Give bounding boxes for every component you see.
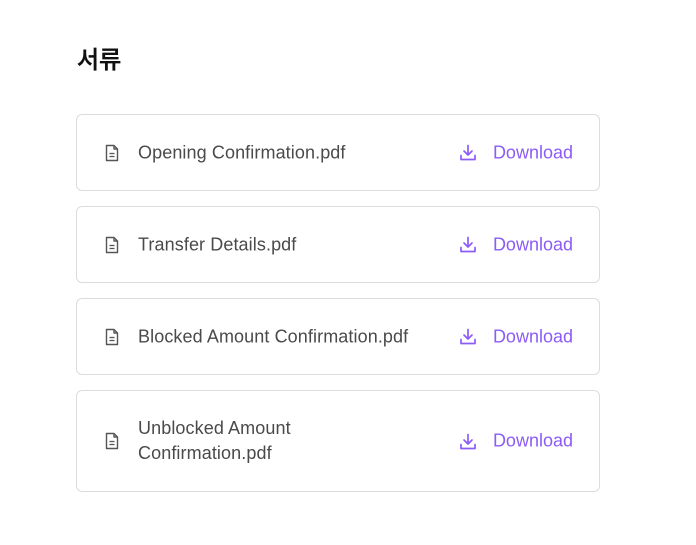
download-label: Download (492, 142, 573, 162)
file-name: Unblocked Amount Confirmation.pdf (138, 418, 291, 463)
download-icon (460, 328, 476, 345)
page-title: 서류 (77, 46, 122, 74)
file-document-icon (105, 144, 119, 161)
download-label: Download (492, 326, 573, 346)
download-button[interactable]: Download (459, 234, 573, 255)
documents-page: 서류 Opening Confirmation.pdf Download Tra… (0, 0, 696, 545)
file-document-icon (105, 328, 119, 345)
document-card: Opening Confirmation.pdf Download (76, 114, 600, 191)
document-card: Blocked Amount Confirmation.pdf Download (76, 298, 600, 375)
download-icon (460, 236, 476, 253)
download-button[interactable]: Download (459, 431, 573, 452)
document-card: Unblocked Amount Confirmation.pdf Downlo… (76, 390, 600, 492)
download-icon (460, 144, 476, 161)
document-card: Transfer Details.pdf Download (76, 206, 600, 283)
file-name: Blocked Amount Confirmation.pdf (138, 326, 409, 346)
document-list: Opening Confirmation.pdf Download Transf… (76, 114, 600, 507)
file-name: Transfer Details.pdf (138, 234, 297, 254)
download-button[interactable]: Download (459, 326, 573, 347)
download-label: Download (492, 430, 573, 451)
file-document-icon (105, 236, 119, 253)
download-icon (460, 433, 476, 449)
file-name: Opening Confirmation.pdf (138, 142, 346, 162)
download-label: Download (492, 234, 573, 254)
file-document-icon (105, 432, 119, 450)
download-button[interactable]: Download (459, 142, 573, 163)
